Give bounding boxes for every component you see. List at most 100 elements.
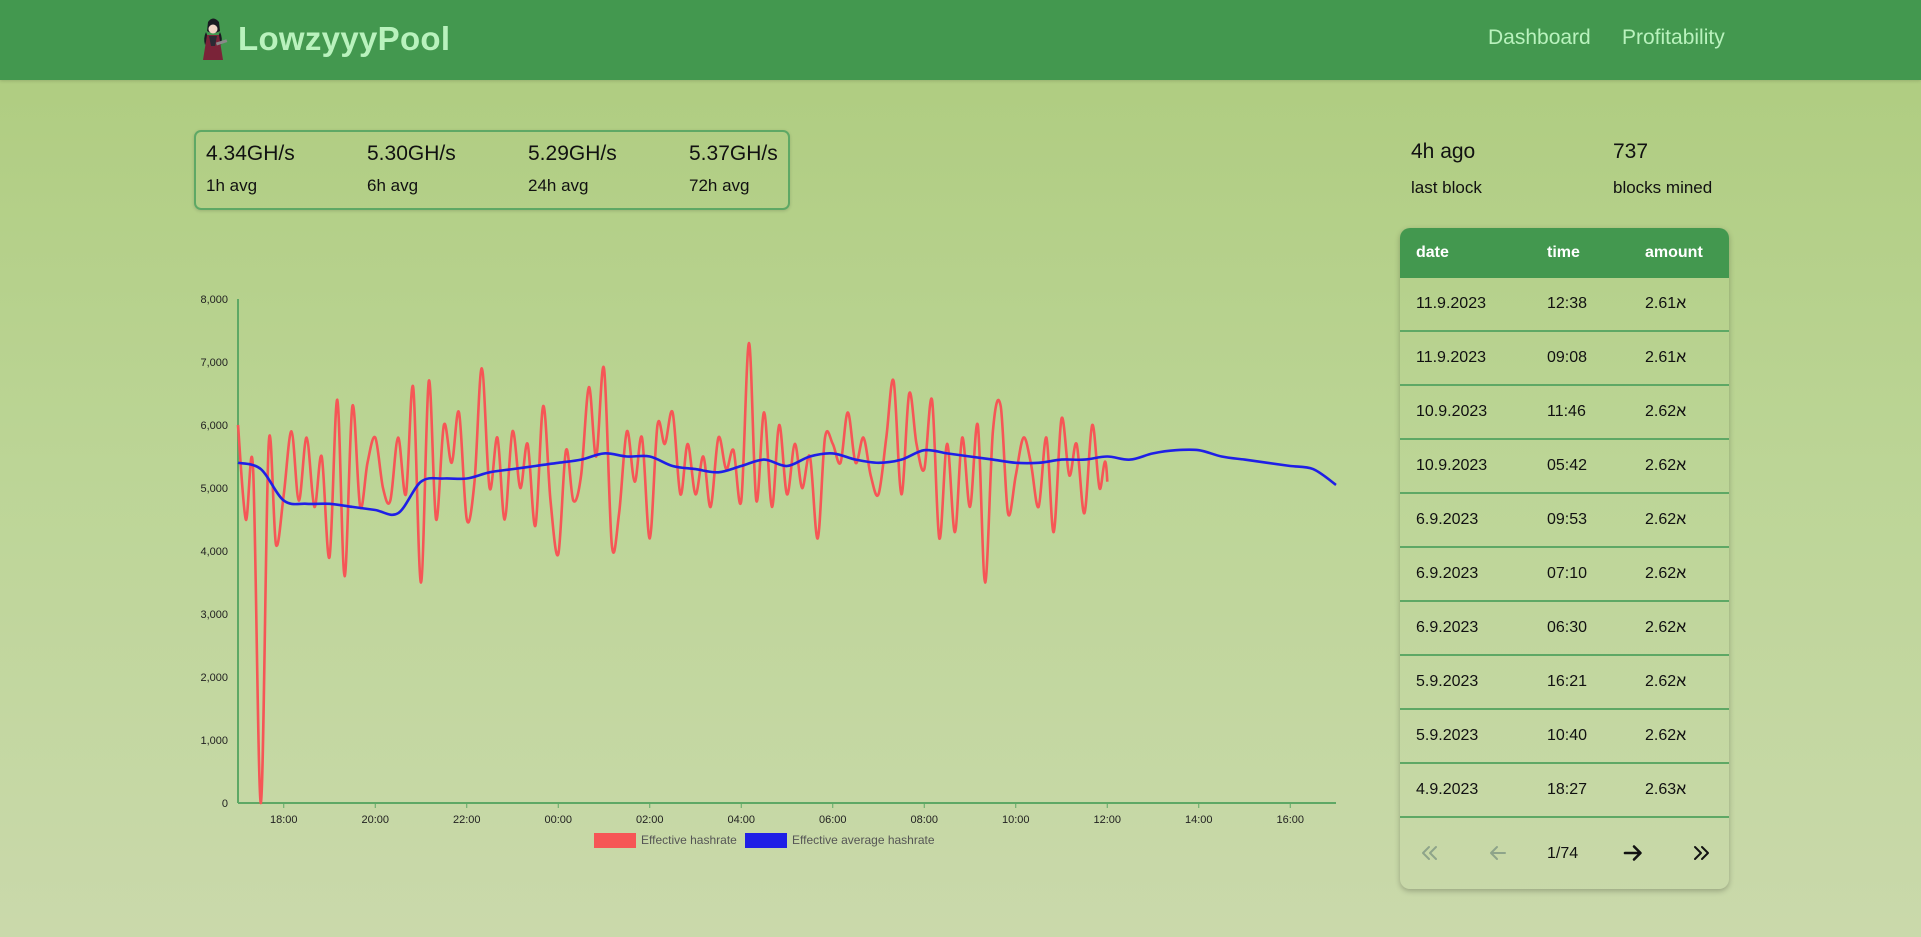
cell-date: 6.9.2023 — [1416, 565, 1479, 582]
table-row[interactable]: 6.9.2023 09:53 2.62א — [1400, 494, 1729, 548]
nav-dashboard-link[interactable]: Dashboard — [1488, 26, 1591, 50]
x-tick-label: 00:00 — [544, 814, 572, 826]
hashrate-value: 5.37GH/s — [689, 142, 778, 165]
blocks-mined-stat: 737 blocks mined — [1613, 140, 1712, 198]
nav-profitability-link[interactable]: Profitability — [1622, 26, 1725, 50]
cell-amount: 2.62א — [1645, 457, 1687, 474]
cell-date: 11.9.2023 — [1416, 349, 1486, 366]
legend-label: Effective hashrate — [641, 833, 737, 847]
y-tick-label: 0 — [222, 798, 228, 810]
double-chevron-right-icon[interactable] — [1687, 838, 1717, 868]
table-body: 11.9.2023 12:38 2.61א 11.9.2023 09:08 2.61א … — [1400, 278, 1729, 818]
cell-time: 09:53 — [1547, 511, 1588, 528]
page-indicator: 1/74 — [1547, 845, 1579, 862]
y-tick-label: 2,000 — [200, 672, 228, 684]
cell-date: 10.9.2023 — [1416, 403, 1488, 420]
hashrate-stat-24h: 5.29GH/s 24h avg — [528, 142, 617, 196]
cell-amount: 2.62א — [1645, 511, 1687, 528]
x-tick-label: 18:00 — [270, 814, 298, 826]
pagination: 1/74 — [1400, 818, 1729, 889]
cell-amount: 2.63א — [1645, 781, 1687, 798]
hashrate-value: 5.30GH/s — [367, 142, 456, 165]
table-row[interactable]: 11.9.2023 09:08 2.61א — [1400, 332, 1729, 386]
last-block-label: last block — [1411, 178, 1482, 197]
hashrate-label: 6h avg — [367, 176, 419, 195]
hashrate-stat-1h: 4.34GH/s 1h avg — [206, 142, 295, 196]
cell-amount: 2.62א — [1645, 403, 1687, 420]
last-block-value: 4h ago — [1411, 140, 1476, 163]
y-tick-label: 8,000 — [200, 294, 228, 306]
blocks-mined-value: 737 — [1613, 140, 1649, 163]
table-header: date time amount — [1400, 228, 1729, 278]
cell-time: 06:30 — [1547, 619, 1588, 636]
hashrate-label: 24h avg — [528, 176, 589, 195]
column-header-time: time — [1547, 244, 1580, 261]
table-row[interactable]: 10.9.2023 05:42 2.62א — [1400, 440, 1729, 494]
column-header-amount: amount — [1645, 244, 1703, 261]
x-tick-label: 04:00 — [727, 814, 755, 826]
x-tick-label: 10:00 — [1002, 814, 1030, 826]
table-row[interactable]: 6.9.2023 07:10 2.62א — [1400, 548, 1729, 602]
arrow-right-icon[interactable] — [1618, 838, 1648, 868]
table-row[interactable]: 5.9.2023 10:40 2.62א — [1400, 710, 1729, 764]
cell-time: 11:46 — [1547, 403, 1586, 420]
table-row[interactable]: 10.9.2023 11:46 2.62א — [1400, 386, 1729, 440]
cell-amount: 2.61א — [1645, 349, 1687, 366]
cell-date: 5.9.2023 — [1416, 673, 1479, 690]
cell-date: 11.9.2023 — [1416, 295, 1486, 312]
cell-date: 4.9.2023 — [1416, 781, 1479, 798]
cell-time: 18:27 — [1547, 781, 1588, 798]
y-tick-label: 4,000 — [200, 546, 228, 558]
hashrate-stat-72h: 5.37GH/s 72h avg — [689, 142, 778, 196]
cell-time: 16:21 — [1547, 673, 1588, 690]
legend-swatch — [594, 833, 636, 848]
cell-amount: 2.62א — [1645, 619, 1687, 636]
blocks-table: date time amount 11.9.2023 12:38 2.61א 11.… — [1400, 228, 1729, 889]
top-navbar: LowzyyyPool Dashboard Profitability — [0, 0, 1921, 80]
double-chevron-left-icon[interactable] — [1414, 838, 1444, 868]
cell-date: 10.9.2023 — [1416, 457, 1488, 474]
hashrate-label: 1h avg — [206, 176, 258, 195]
hashrate-value: 5.29GH/s — [528, 142, 617, 165]
y-tick-label: 3,000 — [200, 609, 228, 621]
brand-name: LowzyyyPool — [238, 20, 451, 57]
y-tick-label: 6,000 — [200, 420, 228, 432]
legend-label: Effective average hashrate — [792, 833, 935, 847]
x-tick-label: 06:00 — [819, 814, 847, 826]
y-tick-label: 5,000 — [200, 483, 228, 495]
x-tick-label: 22:00 — [453, 814, 481, 826]
cell-time: 10:40 — [1547, 727, 1588, 744]
x-tick-label: 02:00 — [636, 814, 664, 826]
y-tick-label: 1,000 — [200, 735, 228, 747]
hashrate-chart: 0 1,000 2,000 3,000 4,000 5,000 6,000 7,000 8,00… — [200, 294, 1337, 848]
blocks-mined-label: blocks mined — [1613, 178, 1713, 197]
x-tick-label: 20:00 — [361, 814, 389, 826]
column-header-date: date — [1416, 244, 1449, 261]
table-row[interactable]: 4.9.2023 18:27 2.63א — [1400, 764, 1729, 818]
x-tick-label: 16:00 — [1276, 814, 1304, 826]
cell-date: 6.9.2023 — [1416, 619, 1479, 636]
cell-date: 6.9.2023 — [1416, 511, 1479, 528]
table-row[interactable]: 5.9.2023 16:21 2.62א — [1400, 656, 1729, 710]
cell-time: 07:10 — [1547, 565, 1588, 582]
table-row[interactable]: 11.9.2023 12:38 2.61א — [1400, 278, 1729, 332]
table-row[interactable]: 6.9.2023 06:30 2.62א — [1400, 602, 1729, 656]
cell-date: 5.9.2023 — [1416, 727, 1479, 744]
hashrate-value: 4.34GH/s — [206, 142, 295, 165]
x-tick-label: 08:00 — [910, 814, 938, 826]
anime-character-logo-icon — [203, 18, 228, 60]
hashrate-stat-6h: 5.30GH/s 6h avg — [367, 142, 456, 196]
x-tick-label: 14:00 — [1185, 814, 1213, 826]
cell-amount: 2.62א — [1645, 565, 1687, 582]
x-tick-label: 12:00 — [1093, 814, 1121, 826]
legend-swatch — [745, 833, 787, 848]
cell-amount: 2.61א — [1645, 295, 1687, 312]
arrow-left-icon[interactable] — [1483, 838, 1513, 868]
hashrate-stats-panel: 4.34GH/s 1h avg 5.30GH/s 6h avg 5.29GH/s… — [194, 130, 790, 210]
brand[interactable]: LowzyyyPool — [196, 16, 450, 62]
cell-time: 05:42 — [1547, 457, 1588, 474]
cell-time: 09:08 — [1547, 349, 1588, 366]
last-block-stat: 4h ago last block — [1411, 140, 1482, 198]
cell-time: 12:38 — [1547, 295, 1588, 312]
hashrate-label: 72h avg — [689, 176, 750, 195]
